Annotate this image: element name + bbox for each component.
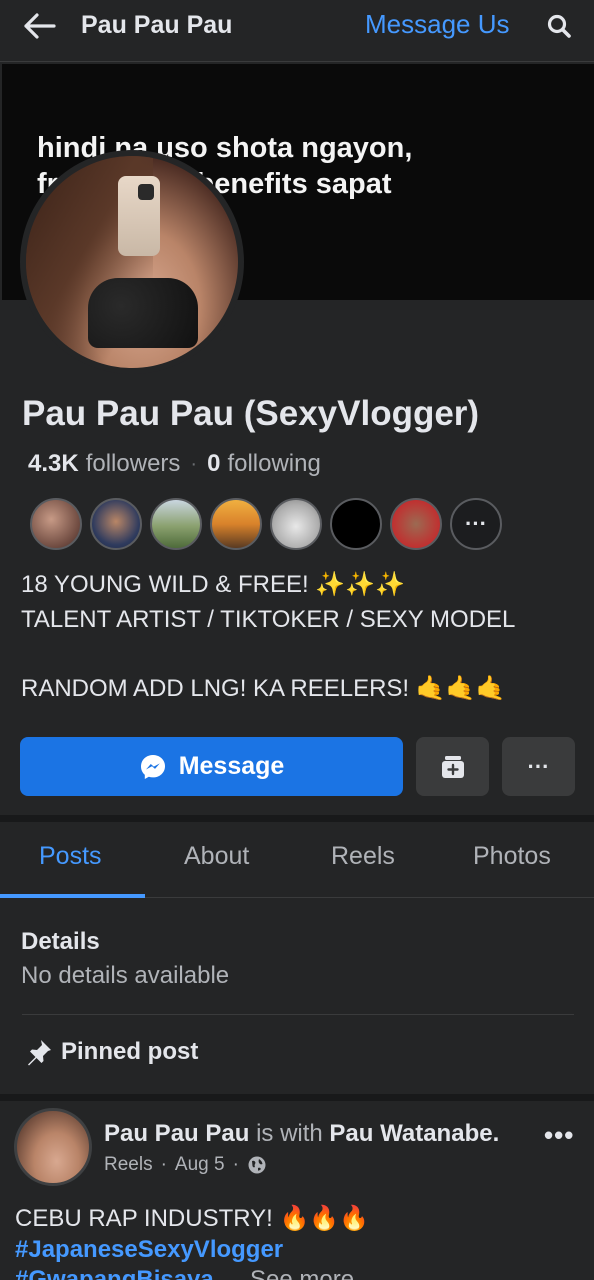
message-us-link[interactable]: Message Us <box>365 9 510 40</box>
followers-label[interactable]: followers <box>86 450 181 478</box>
follow-stats: 4.3K followers · 0 following <box>28 450 321 478</box>
see-more-link[interactable]: See more <box>250 1266 354 1280</box>
message-button[interactable]: Message <box>20 737 403 796</box>
hashtag-link[interactable]: #GwapangBisaya <box>15 1266 214 1280</box>
following-label[interactable]: following <box>227 450 320 478</box>
profile-bio: 18 YOUNG WILD & FREE! ✨✨✨ TALENT ARTIST … <box>21 571 516 702</box>
post-with-text: is with <box>256 1120 323 1147</box>
profile-tabs: Posts About Reels Photos <box>0 822 594 898</box>
pin-icon <box>28 1040 51 1066</box>
friend-avatars: ··· <box>30 498 502 550</box>
post-header: Pau Pau Pau is with Pau Watanabe. <box>104 1120 499 1148</box>
post-date[interactable]: Aug 5 <box>175 1154 225 1176</box>
section-divider <box>0 1094 594 1101</box>
profile-actions: Message ··· <box>20 737 575 797</box>
friend-avatar[interactable] <box>90 498 142 550</box>
page-title: Pau Pau Pau <box>81 11 233 39</box>
friend-avatar[interactable] <box>390 498 442 550</box>
active-tab-indicator <box>0 894 145 898</box>
post-tagged-name[interactable]: Pau Watanabe. <box>329 1120 499 1147</box>
save-profile-button[interactable] <box>416 737 489 796</box>
more-friends-button[interactable]: ··· <box>450 498 502 550</box>
tab-posts[interactable]: Posts <box>39 842 102 871</box>
friend-avatar[interactable] <box>30 498 82 550</box>
post-more-button[interactable]: ••• <box>544 1120 574 1151</box>
tab-reels[interactable]: Reels <box>331 842 395 871</box>
followers-count[interactable]: 4.3K <box>28 450 79 478</box>
hashtag-link[interactable]: #JapaneseSexyVlogger <box>15 1236 283 1264</box>
meta-dot: · <box>160 1154 167 1175</box>
search-icon[interactable] <box>542 10 576 42</box>
following-count[interactable]: 0 <box>207 450 220 478</box>
post-meta: Reels · Aug 5 · <box>104 1154 267 1176</box>
tab-about[interactable]: About <box>184 842 249 871</box>
details-heading: Details <box>21 928 100 955</box>
back-arrow-icon[interactable] <box>20 10 60 42</box>
profile-name: Pau Pau Pau (SexyVlogger) <box>22 394 480 433</box>
pinned-post-label: Pinned post <box>61 1038 199 1065</box>
details-empty-text: No details available <box>21 962 230 989</box>
divider <box>22 1014 574 1015</box>
section-divider <box>0 815 594 822</box>
post-author-avatar[interactable] <box>14 1108 92 1186</box>
message-button-label: Message <box>178 752 285 780</box>
globe-icon <box>248 1156 266 1174</box>
more-options-button[interactable]: ··· <box>502 737 575 796</box>
friend-avatar[interactable] <box>210 498 262 550</box>
friend-avatar[interactable] <box>270 498 322 550</box>
save-profile-icon <box>441 755 464 778</box>
post-author-name[interactable]: Pau Pau Pau <box>104 1120 249 1147</box>
friend-avatar[interactable] <box>150 498 202 550</box>
friend-avatar[interactable] <box>330 498 382 550</box>
meta-dot: · <box>232 1154 239 1175</box>
profile-picture[interactable] <box>20 150 244 374</box>
post-text: CEBU RAP INDUSTRY! 🔥🔥🔥 <box>15 1205 370 1232</box>
top-bar: Pau Pau Pau Message Us <box>0 0 594 62</box>
messenger-icon <box>140 754 165 779</box>
post-source[interactable]: Reels <box>104 1154 153 1176</box>
tab-photos[interactable]: Photos <box>473 842 551 871</box>
profile-photo <box>26 156 238 368</box>
separator-dot: · <box>190 452 198 475</box>
pinned-post-header: Pinned post <box>25 1038 198 1066</box>
